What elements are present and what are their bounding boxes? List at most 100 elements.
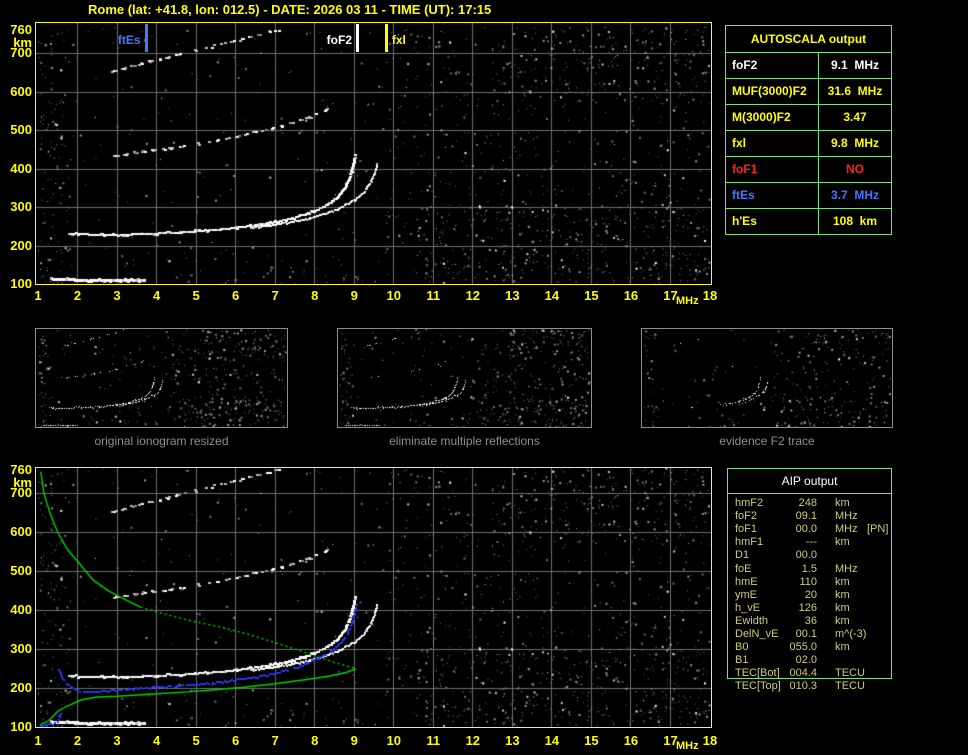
- aip-row: ymE 20 km: [735, 589, 891, 602]
- autoscala-param-label: M(3000)F2: [726, 105, 819, 130]
- aip-param-value: 004.4: [789, 667, 817, 680]
- foF2-marker-line: [356, 24, 359, 52]
- processing-step-thumbnail: [35, 328, 288, 428]
- aip-row: B0 055.0 km: [735, 641, 891, 654]
- fxl-marker-label: fxl: [391, 33, 406, 47]
- y-axis-tick: 100: [10, 719, 32, 734]
- y-axis-tick: 600: [10, 524, 32, 540]
- aip-param-name: D1: [735, 549, 750, 562]
- aip-param-value: 055.0: [789, 641, 817, 654]
- aip-param-unit: km: [835, 614, 850, 627]
- autoscala-output-rows: foF2 9.1 MHz MUF(3000)F2 31.6 MHz M(3000)F2 3…: [726, 53, 891, 234]
- x-axis-tick: 4: [152, 733, 161, 748]
- x-axis-tick: 12: [465, 288, 481, 303]
- aip-param-unit: MHz: [835, 562, 858, 575]
- aip-param-unit: MHz: [835, 510, 858, 523]
- x-axis-unit: MHz: [676, 740, 699, 752]
- aip-param-unit: km: [835, 575, 850, 588]
- autoscala-param-label: foF1: [726, 157, 819, 182]
- ionogram-profile-plot: [35, 467, 712, 728]
- autoscala-row: foF1 NO: [726, 157, 891, 183]
- x-axis-tick: 3: [113, 733, 121, 748]
- aip-param-value: 248: [798, 497, 817, 509]
- aip-param-name: B0: [735, 641, 749, 654]
- aip-param-name: hmF2: [735, 497, 764, 509]
- x-axis-tick: 4: [152, 288, 161, 303]
- autoscala-param-value: 31.6 MHz: [827, 84, 883, 98]
- aip-param-unit: km: [835, 641, 850, 654]
- aip-param-value: 09.1: [795, 510, 817, 523]
- aip-param-name: foF2: [735, 510, 758, 523]
- y-axis-tick: 300: [10, 199, 32, 215]
- autoscala-param-value: 9.1 MHz: [830, 58, 879, 72]
- x-axis-tick: 11: [426, 288, 441, 303]
- aip-row: hmE 110 km: [735, 576, 891, 589]
- aip-param-name: foF1: [735, 523, 758, 536]
- ftEs-marker-line: [144, 24, 148, 52]
- aip-row: DelN_vE 00.1 m^(-3): [735, 628, 891, 641]
- aip-param-unit: km: [835, 497, 850, 509]
- x-axis-tick: 15: [584, 288, 599, 303]
- aip-row: Ewidth 36 km: [735, 615, 891, 628]
- x-axis-tick: 8: [311, 733, 319, 748]
- autoscala-param-label: foF2: [726, 53, 819, 78]
- aip-output-table: AIP output hmF2 248 km foF2 09.1 MHz foF1 00.0 M…: [727, 468, 892, 692]
- y-axis-tick: 300: [10, 641, 32, 657]
- processing-step-thumbnail: [337, 328, 592, 428]
- processing-step-canvas: [642, 329, 892, 427]
- ionogram-scaled-canvas: [36, 23, 711, 284]
- aip-param-value: 1.5: [801, 562, 817, 575]
- x-axis-tick: 12: [465, 733, 481, 748]
- y-axis-tick: 400: [10, 160, 32, 176]
- aip-param-name: Ewidth: [735, 614, 769, 627]
- autoscala-row: fxl 9.8 MHz: [726, 131, 891, 157]
- processing-step-caption: evidence F2 trace: [719, 434, 815, 448]
- autoscala-row: M(3000)F2 3.47: [726, 105, 891, 131]
- x-axis-tick: 14: [544, 733, 560, 748]
- x-axis-tick: 14: [544, 288, 560, 303]
- x-axis-tick: 7: [271, 733, 279, 748]
- x-axis-tick: 10: [386, 733, 401, 748]
- y-axis-tick: 700: [10, 485, 32, 501]
- aip-param-name: hmE: [735, 575, 758, 588]
- autoscala-row: MUF(3000)F2 31.6 MHz: [726, 79, 891, 105]
- autoscala-output-title: AUTOSCALA output: [726, 26, 891, 53]
- x-axis-tick: 9: [350, 733, 358, 748]
- x-axis-tick: 13: [505, 733, 520, 748]
- autoscala-param-label: ftEs: [726, 183, 819, 208]
- autoscala-output-table: AUTOSCALA output foF2 9.1 MHz MUF(3000)F2 3…: [725, 25, 892, 235]
- x-axis-tick: 2: [73, 288, 82, 303]
- autoscala-param-value: 3.7 MHz: [830, 188, 879, 202]
- aip-param-value: 02.0: [795, 654, 817, 667]
- x-axis-tick: 10: [386, 288, 401, 303]
- aip-param-value: 00.0: [795, 523, 817, 536]
- x-axis-tick: 13: [505, 288, 520, 303]
- foF2-marker-label: foF2: [326, 33, 353, 47]
- x-axis-tick: 7: [271, 288, 279, 303]
- y-axis-tick: 700: [10, 45, 32, 61]
- aip-param-name: B1: [735, 654, 749, 667]
- autoscala-screen: Rome (lat: +41.8, lon: 012.5) - DATE: 20…: [0, 0, 968, 755]
- aip-row: hmF1 --- km: [735, 536, 891, 549]
- x-axis-tick: 9: [350, 288, 358, 303]
- aip-param-unit: km: [835, 601, 850, 614]
- aip-param-value: 126: [798, 601, 817, 614]
- aip-row: foF1 00.0 MHz [PN]: [735, 523, 891, 536]
- page-title: Rome (lat: +41.8, lon: 012.5) - DATE: 20…: [88, 2, 492, 17]
- aip-param-unit: m^(-3): [835, 628, 867, 640]
- autoscala-param-value: NO: [846, 162, 864, 176]
- aip-param-value: 36: [804, 614, 817, 627]
- aip-param-value: ---: [806, 536, 817, 549]
- aip-param-value: 110: [799, 575, 817, 588]
- processing-step-caption: original ionogram resized: [94, 434, 229, 448]
- aip-param-value: 20: [804, 588, 817, 601]
- autoscala-param-value: 9.8 MHz: [830, 136, 879, 150]
- autoscala-row: h'Es 108 km: [726, 209, 891, 234]
- autoscala-param-label: fxl: [726, 131, 819, 156]
- aip-param-value: 00.1: [795, 628, 817, 640]
- x-axis-tick: 3: [113, 288, 121, 303]
- aip-row: foF2 09.1 MHz: [735, 510, 891, 523]
- aip-param-unit: km: [835, 536, 850, 549]
- fxl-marker-line: [384, 24, 388, 52]
- x-axis-tick: 6: [232, 733, 240, 748]
